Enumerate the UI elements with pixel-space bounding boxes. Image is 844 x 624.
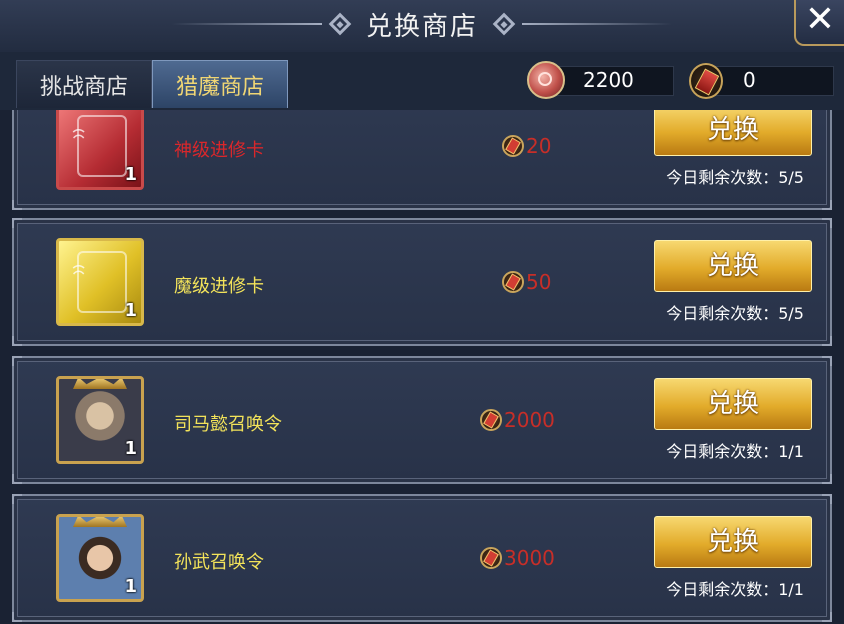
ticket-icon [689, 63, 723, 99]
currency-tickets: 0 [689, 63, 834, 99]
item-price: 3000 [480, 546, 555, 570]
frame-corner [12, 200, 22, 210]
item-quantity: 1 [124, 576, 137, 597]
item-price: 2000 [480, 408, 555, 432]
frame-corner [822, 356, 832, 366]
item-price-value: 2000 [504, 408, 555, 432]
frame-corner [822, 612, 832, 622]
item-quantity: 1 [124, 438, 137, 459]
title-divider-right [522, 23, 672, 25]
page-title: 兑换商店 [365, 11, 478, 42]
item-quantity: 1 [124, 300, 137, 321]
shop-item-row: 1 孙武召唤令 3000 兑换 今日剩余次数：1/1 [12, 494, 832, 622]
frame-corner [12, 474, 22, 484]
item-price-value: 3000 [504, 546, 555, 570]
item-name: 魔级进修卡 [174, 276, 264, 297]
crown-icon [73, 379, 127, 389]
exchange-button[interactable]: 兑换 [654, 378, 812, 430]
crimson-coin-icon [527, 61, 565, 99]
tab-challenge-shop[interactable]: 挑战商店 [16, 60, 152, 108]
daily-limit: 今日剩余次数：1/1 [666, 580, 804, 599]
frame-corner [12, 494, 22, 504]
shop-item-row: 1 神级进修卡 20 兑换 今日剩余次数：5/5 [12, 110, 832, 210]
sun-wu-portrait-icon: 1 [56, 514, 144, 602]
frame-corner [822, 218, 832, 228]
item-name: 神级进修卡 [174, 140, 264, 161]
shop-header: 兑换商店 ✕ [0, 0, 844, 53]
diamond-ornament-icon [328, 12, 352, 36]
frame-corner [12, 218, 22, 228]
crown-icon [73, 517, 127, 527]
frame-corner [12, 336, 22, 346]
exchange-button[interactable]: 兑换 [654, 110, 812, 156]
ticket-icon [480, 409, 502, 431]
exchange-button[interactable]: 兑换 [654, 240, 812, 292]
shop-item-list[interactable]: 1 神级进修卡 20 兑换 今日剩余次数：5/5 1 魔级进修卡 50 兑换 今… [0, 110, 844, 624]
frame-corner [822, 474, 832, 484]
tab-bar: 挑战商店 猎魔商店 2200 0 [0, 52, 844, 110]
frame-corner [822, 494, 832, 504]
item-quantity: 1 [124, 164, 137, 185]
gold-training-card-icon: 1 [56, 238, 144, 326]
item-name: 孙武召唤令 [174, 552, 264, 573]
diamond-ornament-icon [492, 12, 516, 36]
daily-limit: 今日剩余次数：5/5 [666, 304, 804, 323]
item-name: 司马懿召唤令 [174, 414, 282, 435]
frame-corner [12, 612, 22, 622]
title-divider-left [171, 23, 322, 25]
coin-balance: 2200 [583, 68, 634, 92]
ticket-icon [502, 135, 524, 157]
item-price-value: 50 [526, 270, 552, 294]
ticket-balance: 0 [743, 68, 756, 92]
red-training-card-icon: 1 [56, 110, 144, 190]
daily-limit: 今日剩余次数：5/5 [666, 168, 804, 187]
exchange-button[interactable]: 兑换 [654, 516, 812, 568]
ticket-icon [502, 271, 524, 293]
close-button[interactable]: ✕ [794, 0, 844, 46]
item-price-value: 20 [526, 134, 552, 158]
currency-coins: 2200 [527, 61, 674, 99]
frame-corner [822, 336, 832, 346]
daily-limit: 今日剩余次数：1/1 [666, 442, 804, 461]
shop-item-row: 1 司马懿召唤令 2000 兑换 今日剩余次数：1/1 [12, 356, 832, 484]
ticket-icon [480, 547, 502, 569]
frame-corner [822, 200, 832, 210]
frame-corner [12, 356, 22, 366]
tab-demon-hunt-shop[interactable]: 猎魔商店 [152, 60, 288, 108]
title-bar: 兑换商店 [0, 0, 844, 48]
item-price: 50 [502, 270, 551, 294]
shop-item-row: 1 魔级进修卡 50 兑换 今日剩余次数：5/5 [12, 218, 832, 346]
item-price: 20 [502, 134, 551, 158]
sima-yi-portrait-icon: 1 [56, 376, 144, 464]
